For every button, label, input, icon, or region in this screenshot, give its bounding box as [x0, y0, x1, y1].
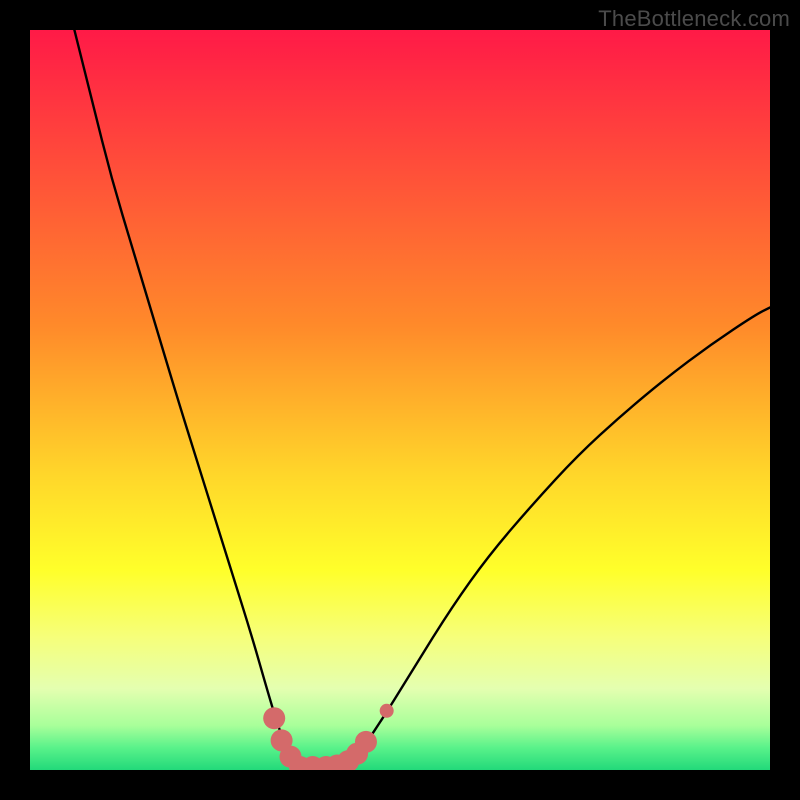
chart-frame: TheBottleneck.com — [0, 0, 800, 800]
optimum-marker — [380, 704, 394, 718]
optimum-marker — [263, 707, 285, 729]
optimum-marker — [355, 731, 377, 753]
watermark-text: TheBottleneck.com — [598, 6, 790, 32]
bottleneck-chart — [30, 30, 770, 770]
chart-background — [30, 30, 770, 770]
plot-area — [30, 30, 770, 770]
